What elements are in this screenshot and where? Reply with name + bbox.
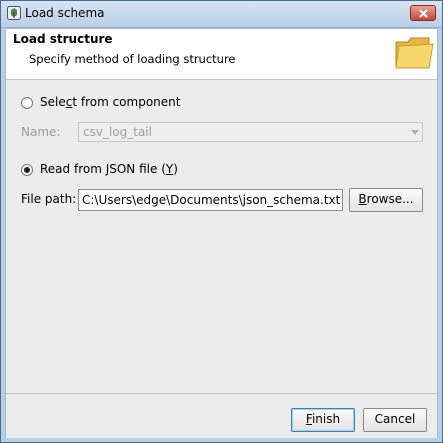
name-label: Name: — [21, 125, 61, 139]
window-title: Load schema — [25, 6, 105, 20]
component-name-value: csv_log_tail — [83, 125, 152, 139]
file-path-value: C:\Users\edge\Documents\json_schema.txt — [82, 193, 341, 207]
close-icon — [419, 9, 428, 18]
radio-read-from-json-label[interactable]: Read from JSON file (Y) — [40, 162, 178, 176]
dialog-footer: Finish Cancel — [6, 393, 437, 438]
dialog-body: Select from component Name: csv_log_tail… — [6, 80, 437, 393]
component-name-select[interactable]: csv_log_tail — [78, 122, 423, 142]
file-path-input[interactable]: C:\Users\edge\Documents\json_schema.txt — [78, 189, 343, 211]
dialog-content: Load structure Specify method of loading… — [5, 28, 438, 438]
close-button[interactable] — [410, 5, 436, 21]
load-schema-dialog: Load schema Load structure Specify metho… — [0, 0, 443, 443]
folder-icon — [395, 37, 434, 69]
browse-button[interactable]: Browse... — [349, 188, 423, 212]
header-title: Load structure — [13, 32, 113, 46]
radio-select-from-component-label[interactable]: Select from component — [40, 95, 180, 109]
header-subtitle: Specify method of loading structure — [29, 52, 236, 66]
cancel-button[interactable]: Cancel — [363, 408, 427, 432]
title-bar[interactable]: Load schema — [1, 1, 442, 28]
dialog-header: Load structure Specify method of loading… — [6, 29, 437, 80]
finish-button[interactable]: Finish — [291, 408, 355, 432]
app-icon — [7, 6, 21, 20]
file-path-label: File path: — [21, 192, 77, 206]
radio-select-from-component[interactable] — [21, 97, 33, 109]
radio-read-from-json[interactable] — [21, 164, 33, 176]
chevron-down-icon — [411, 130, 419, 135]
